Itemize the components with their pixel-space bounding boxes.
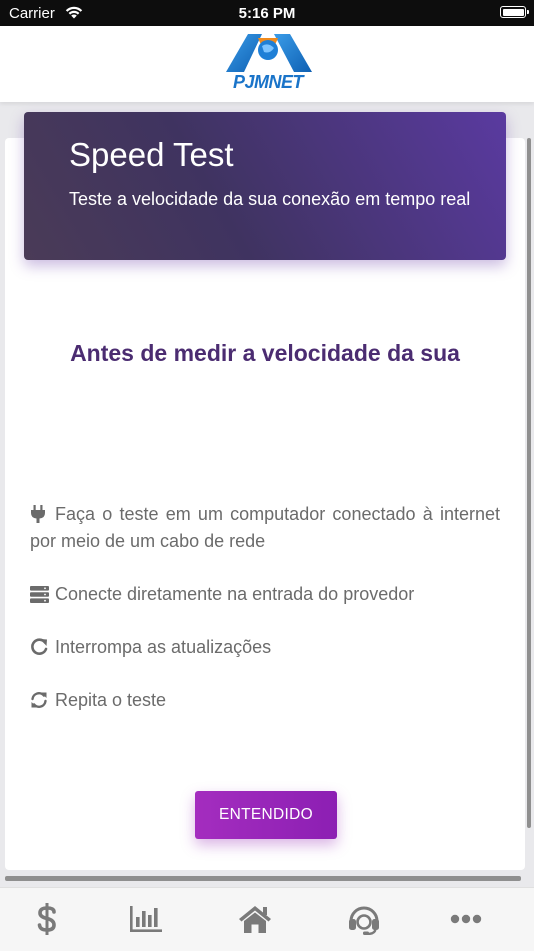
status-bar: Carrier 5:16 PM — [0, 0, 534, 26]
tip-item: Interrompa as atualizações — [30, 634, 500, 661]
tab-reports[interactable] — [126, 902, 166, 936]
tab-support[interactable] — [344, 902, 384, 936]
redo-icon — [30, 637, 50, 655]
plug-icon — [30, 504, 50, 523]
home-icon — [239, 906, 271, 933]
scrollbar[interactable] — [527, 138, 531, 828]
tip-text: Repita o teste — [55, 690, 167, 710]
tip-text: Interrompa as atualizações — [55, 637, 272, 657]
tip-text: Conecte diretamente na entrada do proved… — [55, 584, 415, 604]
battery-icon — [500, 6, 529, 18]
server-icon — [30, 584, 50, 603]
app-header: PJMNET — [0, 26, 534, 102]
tip-item: Conecte diretamente na entrada do proved… — [30, 581, 500, 608]
sync-icon — [30, 690, 50, 708]
tip-text: Faça o teste em um computador conectado … — [30, 504, 500, 551]
pjmnet-logo: PJMNET — [218, 28, 318, 94]
tab-bar — [0, 887, 534, 951]
status-time: 5:16 PM — [238, 5, 296, 22]
hero-banner: Speed Test Teste a velocidade da sua con… — [24, 112, 506, 260]
tab-more[interactable] — [446, 902, 486, 936]
section-heading: Antes de medir a velocidade da sua — [70, 340, 460, 366]
tip-item: Faça o teste em um computador conectado … — [30, 501, 500, 555]
hero-subtitle: Teste a velocidade da sua conexão em tem… — [69, 189, 471, 209]
entendido-button[interactable]: ENTENDIDO — [195, 791, 337, 839]
headset-icon — [349, 906, 379, 935]
tip-item: Repita o teste — [30, 687, 500, 714]
tab-dollar[interactable] — [27, 902, 67, 936]
tab-home[interactable] — [235, 902, 275, 936]
logo-mark-icon — [226, 34, 312, 72]
bar-chart-icon — [130, 906, 162, 932]
more-icon — [450, 914, 482, 924]
dollar-icon — [37, 903, 56, 935]
horizontal-scrollbar[interactable] — [5, 876, 521, 881]
hero-title: Speed Test — [69, 136, 234, 173]
logo-text: PJMNET — [232, 72, 304, 92]
